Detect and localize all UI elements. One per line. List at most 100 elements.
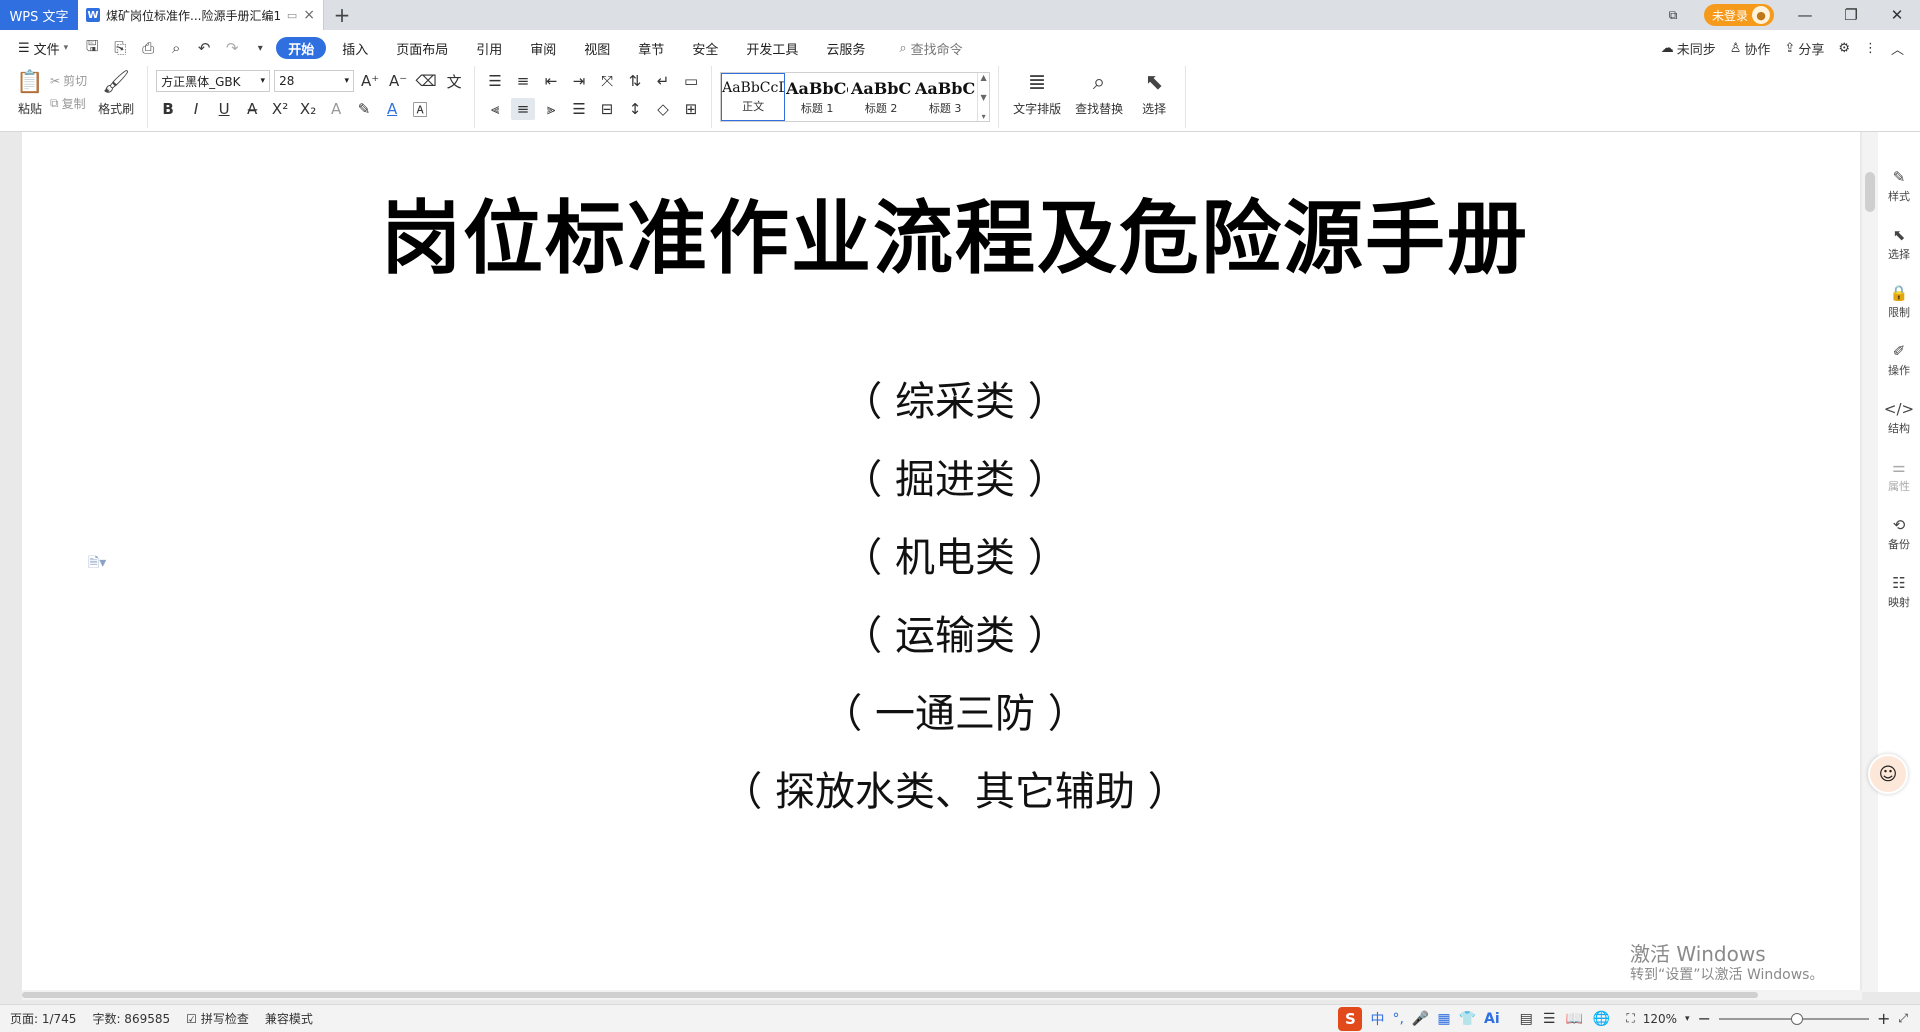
text-layout-button[interactable]: ≣ 文字排版 xyxy=(1007,70,1067,128)
skin-icon[interactable]: 👕 xyxy=(1459,1011,1476,1027)
horizontal-scrollbar-thumb[interactable] xyxy=(22,992,1758,998)
panel-select[interactable]: ⬉ 选择 xyxy=(1888,226,1910,262)
zoom-slider[interactable] xyxy=(1718,1012,1869,1025)
subscript-icon[interactable]: X₂ xyxy=(296,98,320,120)
tab-review[interactable]: 审阅 xyxy=(518,37,568,59)
shading-icon[interactable]: ◇ xyxy=(651,98,675,120)
paragraph-options-icon[interactable]: 🗎▾ xyxy=(88,552,106,576)
font-size-select[interactable]: 28 ▾ xyxy=(274,70,355,92)
collaborate-button[interactable]: ♙ 协作 xyxy=(1730,39,1771,58)
panel-structure[interactable]: </> 结构 xyxy=(1884,400,1914,436)
fit-page-icon[interactable]: ⛶ xyxy=(1626,1011,1634,1026)
justify-icon[interactable]: ☰ xyxy=(567,98,591,120)
zoom-in-button[interactable]: + xyxy=(1877,1009,1890,1028)
panel-mapping[interactable]: ☷ 映射 xyxy=(1888,574,1910,610)
zoom-out-button[interactable]: − xyxy=(1698,1009,1711,1028)
italic-icon[interactable]: I xyxy=(184,98,208,120)
pinyin-guide-icon[interactable]: 文 xyxy=(442,70,466,92)
page-view-icon[interactable]: ▤ xyxy=(1520,1011,1533,1027)
chinese-layout-icon[interactable]: ⤧ xyxy=(595,70,619,92)
microphone-icon[interactable]: 🎤 xyxy=(1412,1011,1429,1027)
paste-button[interactable]: 📋 粘贴 xyxy=(10,70,50,128)
character-border-icon[interactable]: 🄰 xyxy=(408,98,432,120)
show-marks-icon[interactable]: ↵ xyxy=(651,70,675,92)
style-heading-2[interactable]: AaBbC 标题 2 xyxy=(849,73,913,121)
assistant-avatar-icon[interactable]: ☺ xyxy=(1868,754,1908,794)
decrease-indent-icon[interactable]: ⇤ xyxy=(539,70,563,92)
tab-security[interactable]: 安全 xyxy=(680,37,730,59)
line-spacing-icon[interactable]: ↕ xyxy=(623,98,647,120)
borders-icon[interactable]: ⊞ xyxy=(679,98,703,120)
minimize-button[interactable]: — xyxy=(1782,0,1828,30)
punctuation-icon[interactable]: °, xyxy=(1392,1011,1403,1027)
strikethrough-icon[interactable]: A̶ xyxy=(240,98,264,120)
superscript-icon[interactable]: X² xyxy=(268,98,292,120)
panel-backup[interactable]: ⟲ 备份 xyxy=(1888,516,1910,552)
tab-references[interactable]: 引用 xyxy=(464,37,514,59)
style-normal[interactable]: AaBbCcDd 正文 xyxy=(721,73,786,121)
bullet-list-icon[interactable]: ☰ xyxy=(483,70,507,92)
tab-section[interactable]: 章节 xyxy=(626,37,676,59)
reading-view-icon[interactable]: 📖 xyxy=(1565,1011,1582,1027)
settings-icon[interactable]: ⚙ xyxy=(1838,41,1850,56)
more-icon[interactable]: ⋮ xyxy=(1864,41,1877,56)
sync-status-button[interactable]: ☁ 未同步 xyxy=(1661,39,1716,58)
clear-format-icon[interactable]: ⌫ xyxy=(414,70,438,92)
select-button[interactable]: ⬉ 选择 xyxy=(1131,70,1177,128)
file-menu[interactable]: ☰ 文件 ▾ xyxy=(10,39,76,58)
font-color-icon[interactable]: A xyxy=(380,98,404,120)
bold-icon[interactable]: B xyxy=(156,98,180,120)
login-button[interactable]: 未登录 ● xyxy=(1703,4,1774,26)
highlight-icon[interactable]: ✎ xyxy=(352,98,376,120)
find-replace-button[interactable]: ⌕ 查找替换 xyxy=(1067,70,1131,128)
copy-button[interactable]: ⧉ 复制 xyxy=(50,95,87,112)
tab-developer[interactable]: 开发工具 xyxy=(734,37,810,59)
save-icon[interactable]: 🖫 xyxy=(80,36,104,60)
new-tab-button[interactable]: + xyxy=(324,0,360,30)
tab-monitor-icon[interactable]: ▭ xyxy=(287,9,297,22)
style-heading-3[interactable]: AaBbC 标题 3 xyxy=(913,73,977,121)
sort-icon[interactable]: ⇅ xyxy=(623,70,647,92)
tab-home[interactable]: 开始 xyxy=(276,37,327,59)
collapse-ribbon-icon[interactable]: ︿ xyxy=(1891,39,1904,58)
distributed-icon[interactable]: ⊟ xyxy=(595,98,619,120)
outline-view-icon[interactable]: ☰ xyxy=(1543,1011,1556,1027)
zoom-level[interactable]: 120% xyxy=(1643,1012,1677,1026)
app-tab-wps[interactable]: WPS 文字 xyxy=(0,0,78,30)
tab-insert[interactable]: 插入 xyxy=(330,37,380,59)
ai-icon[interactable]: Ai xyxy=(1484,1011,1500,1027)
web-view-icon[interactable]: 🌐 xyxy=(1593,1011,1610,1027)
numbered-list-icon[interactable]: ≡ xyxy=(511,70,535,92)
document-tab[interactable]: W 煤矿岗位标准作...险源手册汇编1 ▭ × xyxy=(78,0,324,30)
share-button[interactable]: ⇪ 分享 xyxy=(1784,39,1824,58)
reading-mode-icon[interactable]: ⧉ xyxy=(1650,0,1696,30)
cut-button[interactable]: ✂ 剪切 xyxy=(50,72,87,89)
font-name-select[interactable]: 方正黑体_GBK ▾ xyxy=(156,70,271,92)
customize-toolbar-icon[interactable]: ▾ xyxy=(248,36,272,60)
print-preview-icon[interactable]: ⌕ xyxy=(164,36,188,60)
panel-restrict[interactable]: 🔒 限制 xyxy=(1888,284,1910,320)
undo-icon[interactable]: ↶ xyxy=(192,36,216,60)
style-heading-1[interactable]: AaBbCc 标题 1 xyxy=(785,73,849,121)
decrease-font-icon[interactable]: A⁻ xyxy=(386,70,410,92)
tab-view[interactable]: 视图 xyxy=(572,37,622,59)
close-window-button[interactable]: ✕ xyxy=(1874,0,1920,30)
align-right-icon[interactable]: ⫸ xyxy=(539,98,563,120)
page-indicator[interactable]: 页面: 1/745 xyxy=(10,1010,76,1027)
tab-ruler-icon[interactable]: ▭ xyxy=(679,70,703,92)
export-pdf-icon[interactable]: ⎘ xyxy=(108,36,132,60)
spell-check-button[interactable]: ☑ 拼写检查 xyxy=(186,1010,249,1027)
horizontal-scrollbar[interactable] xyxy=(22,990,1862,1000)
vertical-scrollbar[interactable] xyxy=(1862,132,1878,992)
tab-cloud-service[interactable]: 云服务 xyxy=(814,37,877,59)
align-center-icon[interactable]: ≡ xyxy=(511,98,536,120)
text-effect-icon[interactable]: A xyxy=(324,98,348,120)
vertical-scrollbar-thumb[interactable] xyxy=(1865,172,1875,212)
close-tab-icon[interactable]: × xyxy=(303,7,315,23)
styles-scroll[interactable]: ▲ ▼ ▾ xyxy=(977,73,989,121)
align-left-icon[interactable]: ⫷ xyxy=(483,98,507,120)
print-icon[interactable]: ⎙ xyxy=(136,36,160,60)
increase-font-icon[interactable]: A⁺ xyxy=(358,70,382,92)
sogou-ime-icon[interactable]: S xyxy=(1338,1006,1363,1031)
ime-language[interactable]: 中 xyxy=(1370,1009,1384,1029)
